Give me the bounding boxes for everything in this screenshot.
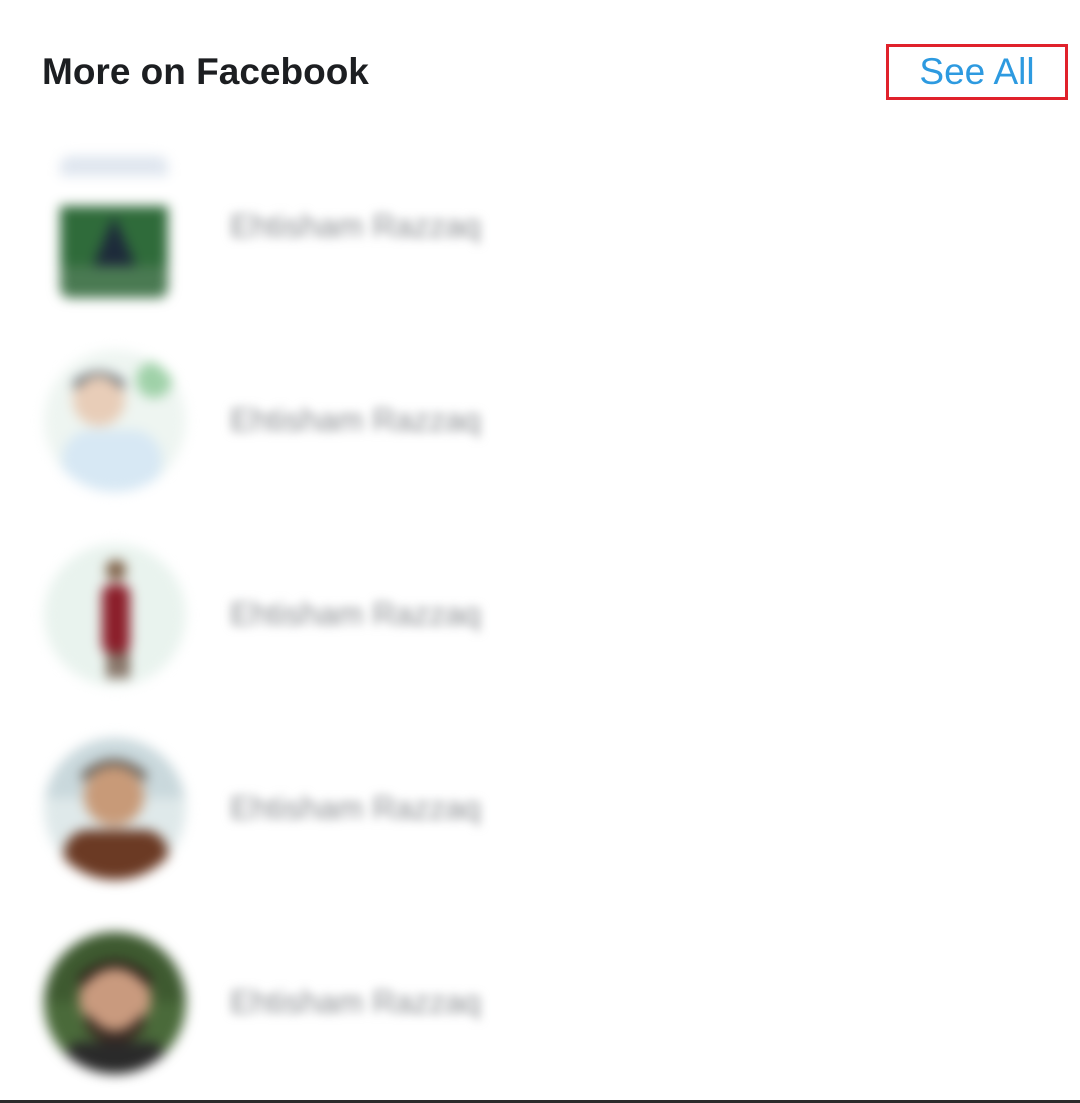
friend-name: Ehtisham Razzaq bbox=[230, 402, 481, 438]
friend-name: Ehtisham Razzaq bbox=[230, 790, 481, 826]
avatar bbox=[44, 932, 186, 1074]
friend-name: Ehtisham Razzaq bbox=[230, 208, 481, 244]
list-item[interactable]: Ehtisham Razzaq bbox=[0, 916, 1080, 1103]
list-item[interactable]: Ehtisham Razzaq bbox=[0, 334, 1080, 528]
more-on-facebook-section: More on Facebook See All Ehtisham Razzaq bbox=[0, 0, 1080, 1103]
friend-name: Ehtisham Razzaq bbox=[230, 984, 481, 1020]
avatar bbox=[44, 350, 186, 492]
section-title: More on Facebook bbox=[42, 51, 369, 92]
list-item[interactable]: Ehtisham Razzaq bbox=[0, 528, 1080, 722]
section-header: More on Facebook See All bbox=[0, 0, 1080, 130]
list-item[interactable]: Ehtisham Razzaq bbox=[0, 140, 1080, 334]
avatar bbox=[44, 738, 186, 880]
see-all-button[interactable]: See All bbox=[886, 44, 1068, 100]
see-all-label: See All bbox=[919, 51, 1035, 92]
avatar bbox=[60, 156, 168, 298]
avatar bbox=[44, 544, 186, 686]
friend-name: Ehtisham Razzaq bbox=[230, 596, 481, 632]
list-item[interactable]: Ehtisham Razzaq bbox=[0, 722, 1080, 916]
